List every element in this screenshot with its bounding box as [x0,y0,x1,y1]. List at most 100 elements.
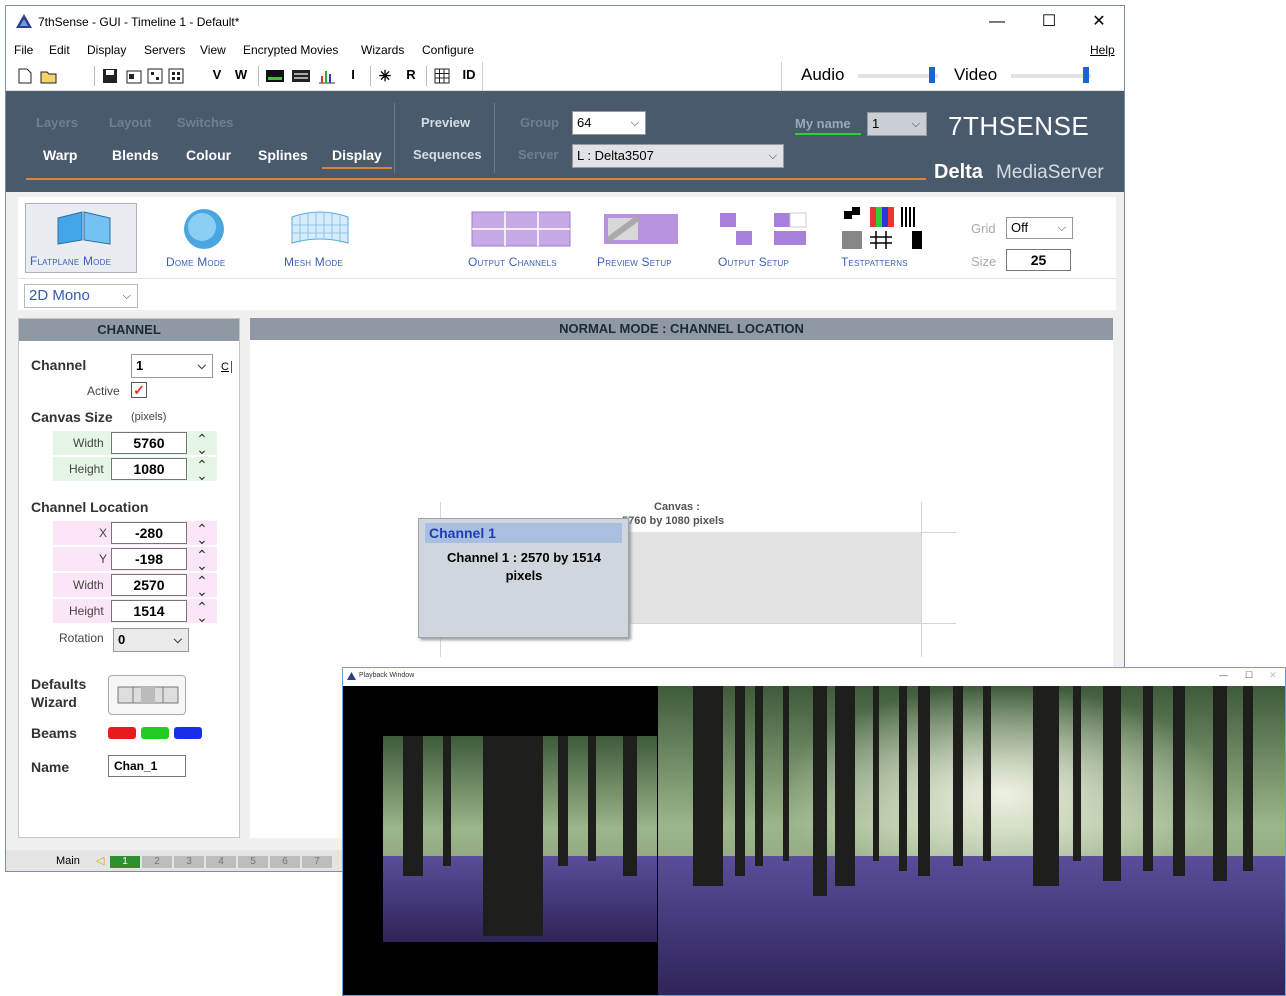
menu-wizards[interactable]: Wizards [361,43,404,57]
toolbar-id-button[interactable]: ID [458,67,480,82]
preview-setup-label[interactable]: Preview Setup [597,255,672,269]
chevron-down-icon: ⌵ [1057,222,1066,234]
loc-height-spinner[interactable]: ⌃ ⌄ [195,600,209,624]
server-label: Server [518,147,559,162]
tab-display[interactable]: Display [332,147,382,163]
tab-blends[interactable]: Blends [112,147,159,163]
rotation-select[interactable]: 0 ⌵ [113,628,189,652]
output-setup-label[interactable]: Output Setup [718,255,789,269]
testpatterns-label[interactable]: Testpatterns [841,255,908,269]
grid-view-icon[interactable] [147,68,163,84]
toolbar-i-button[interactable]: I [344,67,362,82]
toolbar-r-button[interactable]: R [402,67,420,82]
app-logo-icon [16,14,32,28]
open-folder-icon[interactable] [40,68,58,84]
server-select[interactable]: L : Delta3507 ⌵ [572,144,784,168]
spectrum-icon[interactable] [266,68,284,84]
sequences-button[interactable]: Sequences [413,147,482,162]
menu-view[interactable]: View [200,43,226,57]
grid-select[interactable]: Off ⌵ [1006,217,1073,239]
tab-splines[interactable]: Splines [258,147,308,163]
video-slider-track[interactable] [1011,74,1091,78]
group-select[interactable]: 64 ⌵ [572,111,646,135]
dome-icon[interactable] [180,207,228,251]
beam-blue-swatch[interactable] [174,727,202,739]
toolbar-v-button[interactable]: V [208,67,226,82]
toolbar-w-button[interactable]: W [232,67,250,82]
page-button-7[interactable]: 7 [302,856,332,868]
properties-icon[interactable] [126,68,142,84]
output-channels-label[interactable]: Output Channels [468,255,557,269]
page-button-3[interactable]: 3 [174,856,204,868]
loc-width-spinner[interactable]: ⌃ ⌄ [195,574,209,598]
loc-width-input[interactable]: 2570 [111,574,187,596]
menu-file[interactable]: File [14,43,33,57]
menu-configure[interactable]: Configure [422,43,474,57]
page-button-1[interactable]: 1 [110,856,140,868]
audio-slider-track[interactable] [858,74,938,78]
channel-1-box[interactable]: Channel 1 Channel 1 : 2570 by 1514 pixel… [418,518,629,638]
canvas-width-spinner[interactable]: ⌃ ⌄ [195,432,209,456]
tile-view-icon[interactable] [168,68,184,84]
menu-encrypted-movies[interactable]: Encrypted Movies [243,43,338,57]
arrow-left-icon[interactable]: ◁ [96,854,104,867]
video-slider-thumb[interactable] [1083,67,1089,83]
tab-switches[interactable]: Switches [177,115,233,130]
my-name-select-value: 1 [872,116,880,131]
view-mode-select[interactable]: 2D Mono ⌵ [24,284,138,308]
testpatterns-icon[interactable] [840,207,924,251]
histogram-icon[interactable] [318,68,336,84]
beam-red-swatch[interactable] [108,727,136,739]
playback-minimize-button[interactable]: — [1219,670,1228,680]
beam-green-swatch[interactable] [141,727,169,739]
defaults-wizard-button[interactable] [108,675,186,715]
audio-slider-thumb[interactable] [929,67,935,83]
menu-help[interactable]: Help [1090,43,1115,57]
output-setup-icon[interactable] [718,211,808,249]
tab-colour[interactable]: Colour [186,147,231,163]
page-button-4[interactable]: 4 [206,856,236,868]
x-input[interactable]: -280 [111,522,187,544]
table-grid-icon[interactable] [434,68,450,84]
loc-height-input[interactable]: 1514 [111,600,187,622]
name-input[interactable]: Chan_1 [108,755,186,777]
new-file-icon[interactable] [18,68,32,84]
channel-select[interactable]: 1 ⌵ [131,354,213,378]
output-channels-icon[interactable] [471,211,571,249]
canvas-width-input[interactable]: 5760 [111,432,187,454]
page-button-2[interactable]: 2 [142,856,172,868]
maximize-button[interactable]: ☐ [1026,6,1072,38]
asterisk-icon[interactable]: ✳ [376,67,394,85]
menu-servers[interactable]: Servers [144,43,185,57]
page-button-6[interactable]: 6 [270,856,300,868]
playback-close-button[interactable]: ✕ [1269,670,1277,681]
canvas-height-spinner[interactable]: ⌃ ⌄ [195,458,209,482]
tab-layers[interactable]: Layers [36,115,78,130]
size-input[interactable]: 25 [1006,249,1071,271]
tab-layout[interactable]: Layout [109,115,152,130]
save-icon[interactable] [102,68,118,84]
mesh-icon[interactable] [288,209,352,247]
canvas-height-input[interactable]: 1080 [111,458,187,480]
preview-button[interactable]: Preview [421,115,470,130]
playback-maximize-button[interactable]: ☐ [1245,670,1253,681]
canvas-height-label: Height [69,462,104,476]
menu-display[interactable]: Display [87,43,126,57]
tab-warp[interactable]: Warp [43,147,77,163]
dome-mode-label[interactable]: Dome Mode [166,255,225,269]
flatplane-mode-button[interactable]: Flatplane Mode [25,203,137,273]
page-button-5[interactable]: 5 [238,856,268,868]
c-button[interactable]: C [221,361,232,373]
menu-edit[interactable]: Edit [49,43,70,57]
active-checkbox[interactable]: ✓ [131,382,147,398]
x-spinner[interactable]: ⌃ ⌄ [195,522,209,546]
minimize-button[interactable]: — [974,6,1020,38]
mesh-mode-label[interactable]: Mesh Mode [284,255,343,269]
close-button[interactable]: ✕ [1076,6,1122,38]
levels-icon[interactable] [292,68,310,84]
y-input[interactable]: -198 [111,548,187,570]
my-name-select[interactable]: 1 ⌵ [867,112,927,136]
canvas-size-label: Canvas Size [31,409,113,425]
preview-setup-icon[interactable] [603,213,679,247]
y-spinner[interactable]: ⌃ ⌄ [195,548,209,572]
